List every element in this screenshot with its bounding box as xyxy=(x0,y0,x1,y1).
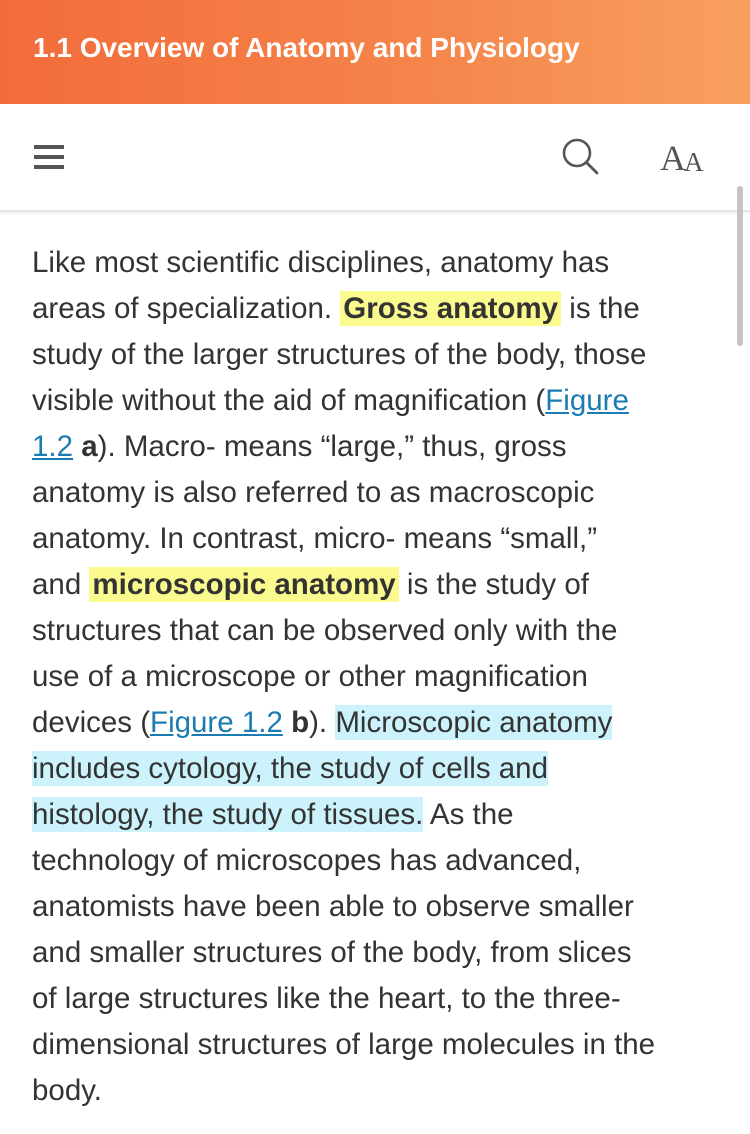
text-line: use of a microscope or other magnificati… xyxy=(32,654,722,700)
body-text: anatomy is also referred to as macroscop… xyxy=(32,476,595,509)
body-text: anatomists have been able to observe sma… xyxy=(32,890,634,923)
text-line: histology, the study of tissues. As the xyxy=(32,792,722,838)
body-text: and xyxy=(32,568,90,601)
reader-toolbar: A A xyxy=(0,104,750,212)
text-line: of large structures like the heart, to t… xyxy=(32,976,722,1022)
text-line: areas of specialization. Gross anatomy i… xyxy=(32,286,722,332)
body-text: study of the larger structures of the bo… xyxy=(32,338,647,371)
font-size-label-small: A xyxy=(684,147,704,177)
text-line: anatomists have been able to observe sma… xyxy=(32,884,722,930)
title-bar: 1.1 Overview of Anatomy and Physiology xyxy=(0,0,750,104)
body-text: ). Macro- means “large,” thus, gross xyxy=(97,430,567,463)
text-line: Like most scientific disciplines, anatom… xyxy=(32,240,722,286)
body-text: of large structures like the heart, to t… xyxy=(32,982,621,1015)
body-text: areas of specialization. xyxy=(32,292,341,325)
body-text: visible without the aid of magnification… xyxy=(32,384,546,417)
body-text: Like most scientific disciplines, anatom… xyxy=(32,246,610,279)
body-text: technology of microscopes has advanced, xyxy=(32,844,582,877)
body-text: As the xyxy=(423,798,514,831)
text-line: technology of microscopes has advanced, xyxy=(32,838,722,884)
reader-page: 1.1 Overview of Anatomy and Physiology A… xyxy=(0,0,750,1134)
body-text: body. xyxy=(32,1074,102,1107)
body-text: structures that can be observed only wit… xyxy=(32,614,618,647)
text-line: visible without the aid of magnification… xyxy=(32,378,722,424)
body-text xyxy=(73,430,81,463)
user-highlight[interactable]: Microscopic anatomy xyxy=(335,705,613,740)
font-size-label-big: A xyxy=(660,138,686,178)
scrollbar[interactable] xyxy=(737,186,743,346)
search-button[interactable] xyxy=(556,132,606,182)
hamburger-menu-icon xyxy=(34,145,64,169)
text-line: and microscopic anatomy is the study of xyxy=(32,562,722,608)
body-text: devices ( xyxy=(32,706,151,739)
text-line: 1.2 a). Macro- means “large,” thus, gros… xyxy=(32,424,722,470)
text-line: study of the larger structures of the bo… xyxy=(32,332,722,378)
body-text: ). xyxy=(309,706,336,739)
search-icon xyxy=(562,138,599,175)
text-line: dimensional structures of large molecule… xyxy=(32,1022,722,1068)
glossary-term-microscopic-anatomy: microscopic anatomy xyxy=(89,567,399,602)
text-line: anatomy is also referred to as macroscop… xyxy=(32,470,722,516)
figure-link-1-2a[interactable]: Figure xyxy=(545,384,629,417)
text-line: devices (Figure 1.2 b). Microscopic anat… xyxy=(32,700,722,746)
body-text: is the xyxy=(561,292,640,325)
page-title: 1.1 Overview of Anatomy and Physiology xyxy=(33,32,580,63)
user-highlight[interactable]: includes cytology, the study of cells an… xyxy=(32,751,548,786)
figure-part-label: b xyxy=(291,706,310,739)
text-line: and smaller structures of the body, from… xyxy=(32,930,722,976)
text-line: includes cytology, the study of cells an… xyxy=(32,746,722,792)
glossary-term-gross-anatomy: Gross anatomy xyxy=(340,291,562,326)
menu-button[interactable] xyxy=(24,132,74,182)
text-line: structures that can be observed only wit… xyxy=(32,608,722,654)
figure-link-1-2a-cont[interactable]: 1.2 xyxy=(32,430,73,463)
figure-part-label: a xyxy=(81,430,98,463)
body-text: is the study of xyxy=(398,568,589,601)
user-highlight[interactable]: histology, the study of tissues. xyxy=(32,797,424,832)
body-text xyxy=(283,706,291,739)
reading-content: Like most scientific disciplines, anatom… xyxy=(32,240,722,1114)
body-text: anatomy. In contrast, micro- means “smal… xyxy=(32,522,598,555)
font-size-button[interactable]: A A xyxy=(650,132,714,182)
body-text: dimensional structures of large molecule… xyxy=(32,1028,656,1061)
body-text: and smaller structures of the body, from… xyxy=(32,936,632,969)
body-text: use of a microscope or other magnificati… xyxy=(32,660,588,693)
figure-link-1-2b[interactable]: Figure 1.2 xyxy=(150,706,283,739)
text-line: body. xyxy=(32,1068,722,1114)
text-line: anatomy. In contrast, micro- means “smal… xyxy=(32,516,722,562)
